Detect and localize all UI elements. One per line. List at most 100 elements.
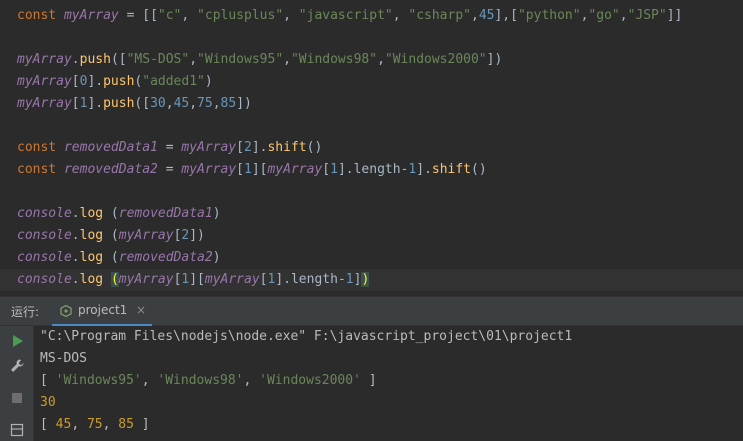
- code-token: "cplusplus": [197, 8, 284, 23]
- run-toolstrip: [0, 326, 34, 441]
- console-output[interactable]: "C:\Program Files\nodejs\node.exe" F:\ja…: [34, 326, 743, 441]
- code-token: (: [110, 272, 119, 287]
- code-token: ].length-: [275, 272, 346, 287]
- code-token: const: [17, 8, 64, 23]
- code-token: ,: [165, 96, 174, 111]
- code-token: ].: [87, 74, 104, 89]
- code-line-current[interactable]: console.log (myArray[1][myArray[1].lengt…: [0, 269, 743, 291]
- code-token: log: [79, 228, 104, 243]
- code-line[interactable]: myArray[1].push([30,45,75,85]): [17, 93, 252, 115]
- code-token: removedData1: [63, 140, 158, 155]
- code-token: =: [157, 140, 182, 155]
- code-token: ,: [619, 8, 628, 23]
- code-token: 30: [40, 395, 56, 410]
- code-token: ,: [243, 373, 260, 388]
- code-token: 85: [220, 96, 237, 111]
- code-token: 1: [330, 162, 338, 177]
- code-editor[interactable]: const myArray = [["c", "cplusplus", "jav…: [0, 0, 743, 295]
- code-token: removedData2: [63, 162, 158, 177]
- run-panel-label: 运行:: [11, 305, 40, 319]
- code-token: 75: [197, 96, 213, 111]
- code-token: ,: [283, 52, 291, 67]
- code-token: ],[: [494, 8, 518, 23]
- code-line[interactable]: console.log (myArray[2]): [17, 225, 205, 247]
- close-icon[interactable]: ×: [136, 297, 146, 324]
- code-token: .: [71, 250, 80, 265]
- code-token: [: [236, 162, 244, 177]
- code-token: myArray: [17, 74, 72, 89]
- code-token: 1: [345, 272, 354, 287]
- code-token: ): [361, 272, 370, 287]
- wrench-icon[interactable]: [9, 358, 25, 374]
- code-token: removedData2: [118, 250, 213, 265]
- code-token: .: [71, 272, 80, 287]
- code-token: 75: [86, 417, 103, 432]
- code-token: ): [212, 250, 221, 265]
- code-token: .: [71, 206, 80, 221]
- code-token: ]): [236, 96, 252, 111]
- stop-icon[interactable]: [9, 390, 25, 406]
- code-token: 'Windows98': [157, 373, 244, 388]
- code-token: "JSP": [627, 8, 667, 23]
- code-token: "python": [517, 8, 581, 23]
- code-token: "MS-DOS": [126, 52, 190, 67]
- code-token: "Windows2000": [384, 52, 487, 67]
- code-token: [: [236, 140, 244, 155]
- code-token: 45: [173, 96, 190, 111]
- code-token: ,: [377, 52, 385, 67]
- tab-label: project1: [78, 303, 128, 317]
- code-token: ): [204, 74, 213, 89]
- code-token: ,: [181, 8, 198, 23]
- code-token: ]]: [666, 8, 683, 23]
- code-token: myArray: [204, 272, 260, 287]
- code-token: = [[: [118, 8, 158, 23]
- code-token: ]: [360, 373, 377, 388]
- code-line[interactable]: console.log (removedData2): [17, 247, 221, 269]
- code-token: console: [17, 250, 72, 265]
- code-token: (: [103, 228, 119, 243]
- code-token: const: [17, 162, 64, 177]
- tab-project1[interactable]: project1 ×: [52, 297, 152, 327]
- code-line[interactable]: const myArray = [["c", "cplusplus", "jav…: [17, 5, 682, 27]
- code-token: ,: [471, 8, 479, 23]
- code-token: log: [79, 250, 104, 265]
- code-token: ].: [87, 96, 104, 111]
- code-token: ): [212, 206, 221, 221]
- code-token: ]): [189, 228, 205, 243]
- code-line[interactable]: myArray.push(["MS-DOS","Windows95","Wind…: [17, 49, 502, 71]
- console-line: 30: [40, 392, 56, 414]
- console-line: "C:\Program Files\nodejs\node.exe" F:\ja…: [40, 326, 572, 348]
- code-token: 30: [150, 96, 166, 111]
- code-token: ]: [133, 417, 150, 432]
- code-token: push: [103, 96, 135, 111]
- code-token: myArray: [118, 272, 174, 287]
- code-token: removedData1: [118, 206, 213, 221]
- code-token: .: [71, 228, 80, 243]
- code-line[interactable]: const removedData1 = myArray[2].shift(): [17, 137, 322, 159]
- code-token: ,: [283, 8, 299, 23]
- code-token: myArray: [63, 8, 119, 23]
- code-token: shift: [267, 140, 307, 155]
- code-token: myArray: [181, 162, 237, 177]
- code-token: [: [40, 373, 56, 388]
- code-token: .: [71, 52, 80, 67]
- run-icon[interactable]: [9, 333, 25, 349]
- code-token: log: [79, 272, 104, 287]
- code-line[interactable]: myArray[0].push("added1"): [17, 71, 213, 93]
- code-token: [: [40, 417, 56, 432]
- code-line[interactable]: const removedData2 = myArray[1][myArray[…: [17, 159, 487, 181]
- code-token: "Windows95": [197, 52, 284, 67]
- code-line[interactable]: console.log (removedData1): [17, 203, 221, 225]
- code-token: "C:\Program Files\nodejs\node.exe" F:\ja…: [40, 329, 573, 344]
- run-panel-header: 运行: project1 ×: [0, 296, 743, 327]
- code-token: MS-DOS: [40, 351, 87, 366]
- layout-icon[interactable]: [9, 422, 25, 438]
- nodejs-icon: [60, 305, 72, 317]
- code-token: [: [259, 272, 268, 287]
- code-token: ,: [392, 8, 409, 23]
- code-token: ].: [251, 140, 268, 155]
- code-token: push: [79, 52, 111, 67]
- code-token: console: [17, 228, 72, 243]
- code-token: [: [71, 96, 80, 111]
